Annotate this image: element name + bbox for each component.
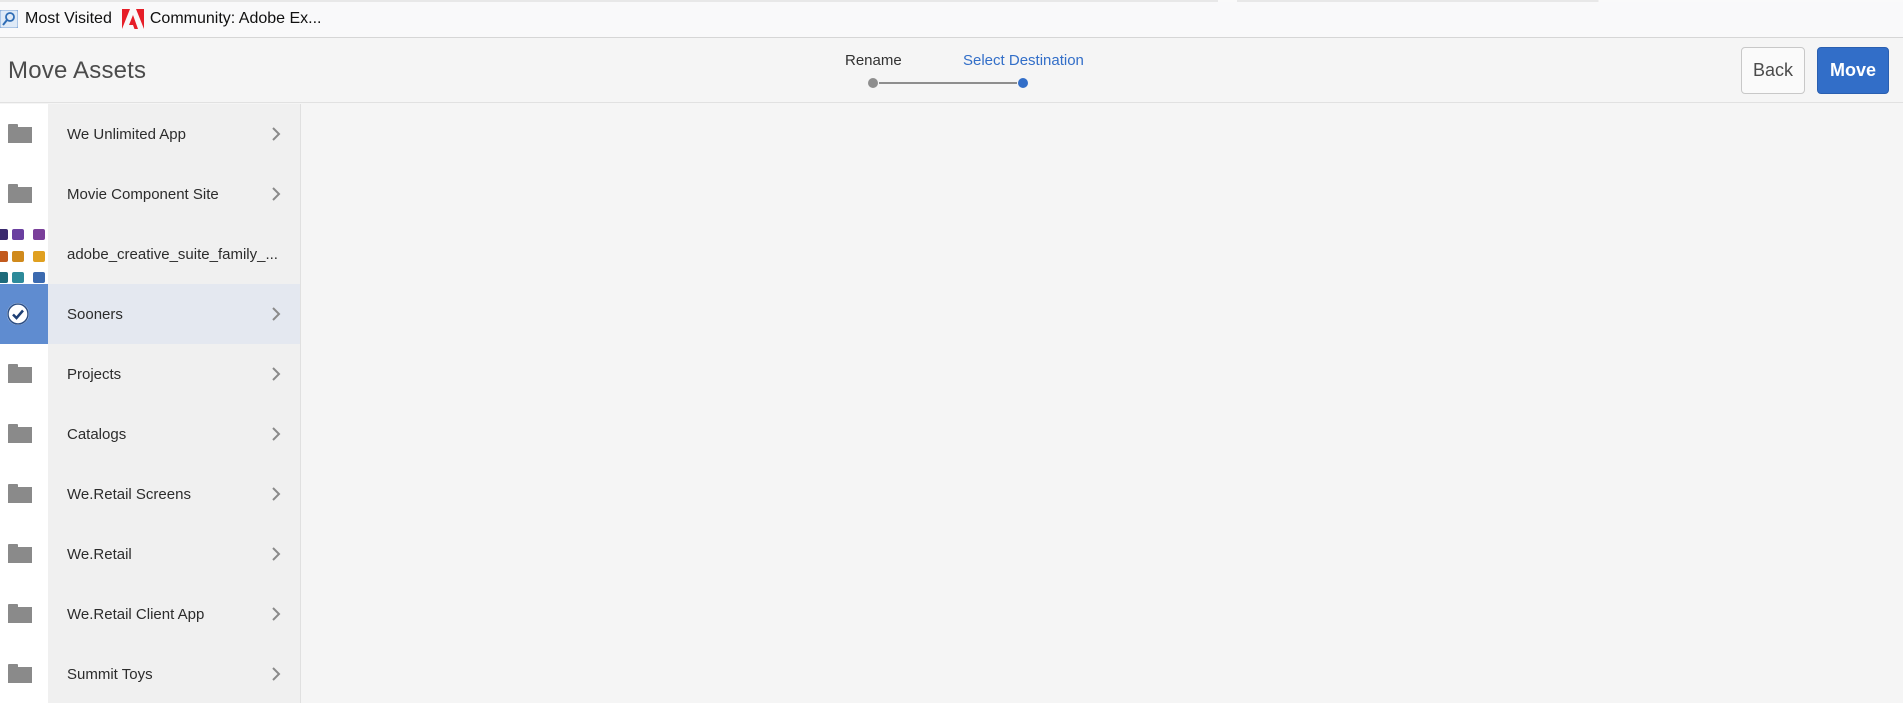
item-thumbnail: [0, 164, 48, 224]
bookmark-label: Community: Adobe Ex...: [149, 9, 322, 27]
item-thumbnail: [0, 584, 48, 644]
list-item-catalogs[interactable]: Catalogs: [0, 404, 300, 464]
list-item-label: Movie Component Site: [67, 185, 219, 203]
list-item-we-retail[interactable]: We.Retail: [0, 524, 300, 584]
list-item-label: We Unlimited App: [67, 125, 186, 143]
list-item-movie-component-site[interactable]: Movie Component Site: [0, 164, 300, 224]
chevron-right-icon[interactable]: [270, 126, 282, 142]
step-rename-label[interactable]: Rename: [845, 52, 902, 69]
list-item-label: We.Retail Client App: [67, 605, 205, 623]
wizard-stepper: Rename Select Destination: [835, 52, 1095, 92]
wizard-header: Move Assets Rename Select Destination Ba…: [0, 38, 1903, 103]
list-item-label: Projects: [67, 365, 122, 383]
folder-icon: [8, 424, 32, 444]
list-item-sooners[interactable]: Sooners: [0, 284, 300, 344]
item-thumbnail: [0, 524, 48, 584]
tab-strip-edge: [0, 0, 1903, 2]
back-button[interactable]: Back: [1741, 47, 1805, 94]
destination-column-list: We Unlimited App Movie Component Site ad…: [0, 104, 301, 703]
folder-icon: [8, 544, 32, 564]
list-item-label: Summit Toys: [67, 665, 153, 683]
item-thumbnail: [0, 644, 48, 703]
folder-icon: [8, 664, 32, 684]
step-rename-dot[interactable]: [868, 78, 878, 88]
image-thumbnail: [0, 224, 48, 284]
chevron-right-icon[interactable]: [270, 486, 282, 502]
step-connector: [879, 82, 1017, 84]
list-item-we-retail-screens[interactable]: We.Retail Screens: [0, 464, 300, 524]
chevron-right-icon[interactable]: [270, 366, 282, 382]
adobe-logo-icon: [121, 8, 144, 30]
chevron-right-icon[interactable]: [270, 546, 282, 562]
destination-preview-area: [302, 104, 1903, 703]
bookmark-adobe-community[interactable]: Community: Adobe Ex...: [112, 0, 322, 38]
bookmark-most-visited[interactable]: Most Visited: [0, 0, 112, 38]
list-item-we-retail-client-app[interactable]: We.Retail Client App: [0, 584, 300, 644]
checkmark-icon: [7, 303, 29, 325]
item-thumbnail: [0, 404, 48, 464]
list-item-projects[interactable]: Projects: [0, 344, 300, 404]
step-select-destination-dot: [1018, 78, 1028, 88]
chevron-right-icon[interactable]: [270, 306, 282, 322]
folder-icon: [8, 484, 32, 504]
list-item-label: We.Retail: [67, 545, 132, 563]
list-item-summit-toys[interactable]: Summit Toys: [0, 644, 300, 703]
page-title: Move Assets: [8, 57, 147, 84]
chevron-right-icon[interactable]: [270, 186, 282, 202]
list-item-label: Catalogs: [67, 425, 127, 443]
list-item-we-unlimited-app[interactable]: We Unlimited App: [0, 104, 300, 164]
item-thumbnail: [0, 344, 48, 404]
item-thumbnail: [0, 104, 48, 164]
most-visited-icon: [0, 9, 19, 28]
item-thumbnail: [0, 284, 48, 344]
bookmark-label: Most Visited: [25, 9, 112, 27]
bookmarks-toolbar: Most Visited Community: Adobe Ex...: [0, 0, 1903, 38]
list-item-label: Sooners: [67, 305, 123, 323]
folder-icon: [8, 124, 32, 144]
list-item-adobe-creative-suite-family[interactable]: adobe_creative_suite_family_...: [0, 224, 300, 284]
folder-icon: [8, 364, 32, 384]
folder-icon: [8, 184, 32, 204]
step-select-destination-label: Select Destination: [963, 52, 1084, 69]
chevron-right-icon[interactable]: [270, 426, 282, 442]
chevron-right-icon[interactable]: [270, 666, 282, 682]
move-button[interactable]: Move: [1817, 47, 1889, 94]
list-item-label: We.Retail Screens: [67, 485, 191, 503]
chevron-right-icon[interactable]: [270, 606, 282, 622]
list-item-label: adobe_creative_suite_family_...: [67, 245, 278, 263]
item-thumbnail: [0, 464, 48, 524]
folder-icon: [8, 604, 32, 624]
